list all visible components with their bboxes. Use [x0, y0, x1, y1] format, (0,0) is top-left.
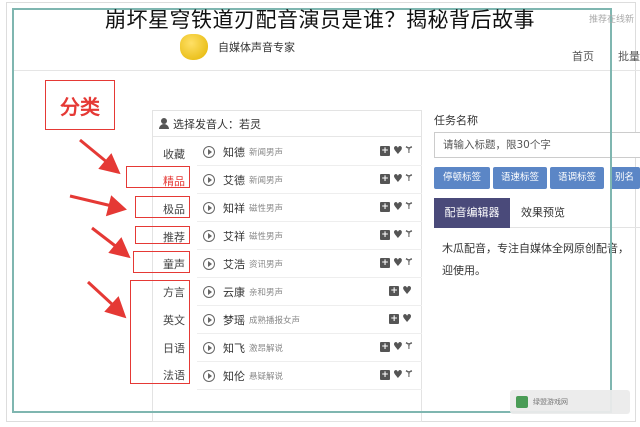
arrow-3 [91, 226, 119, 250]
arrow-4 [86, 280, 116, 308]
overlay-title: 崩坏星穹铁道刃配音演员是谁？揭秘背后故事 [105, 8, 535, 32]
watermark-top: 推荐在线新 [588, 15, 634, 25]
arrow-1 [79, 138, 109, 165]
watermark-bottom-text: 绿盟游戏网 [533, 398, 568, 406]
arrow-3-head [108, 237, 131, 259]
watermark-logo [516, 396, 528, 408]
annotation-arrows [69, 138, 131, 319]
arrow-2-head [105, 195, 127, 217]
watermark-bottom: 绿盟游戏网 [510, 390, 630, 414]
arrow-2 [69, 194, 113, 208]
